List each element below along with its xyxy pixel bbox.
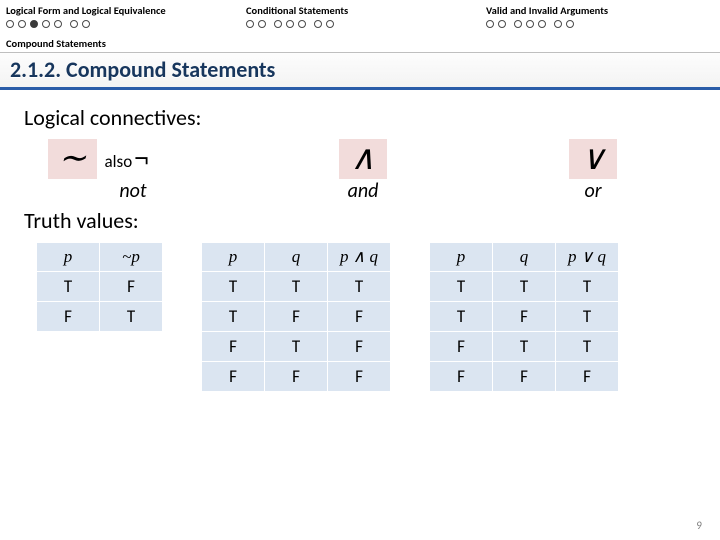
connective-not: ∼ also¬ not [48,139,218,203]
also-label: also¬ [105,144,150,174]
table-row: FTF [202,332,391,362]
truth-table-or: p q p ∨ q TTT TFT FTT FFF [429,242,619,392]
table-row: TTT [202,272,391,302]
connective-label: or [508,179,678,203]
truth-tables: p ~p TF FT p q p ∧ q TTT TFF FTF FFF [36,242,696,392]
col-header: q [493,243,556,272]
nav-tab-logical-form[interactable]: Logical Form and Logical Equivalence [0,0,240,34]
col-header: p [430,243,493,272]
connective-label: not [48,179,218,203]
symbol-and: ∧ [339,139,387,179]
connectives-row: ∼ also¬ not ∧ and ∨ or [48,139,696,203]
progress-dots [6,20,234,28]
progress-dots [486,20,714,28]
col-header: ~p [100,243,163,272]
table-row: TTT [430,272,619,302]
col-header: q [265,243,328,272]
symbol-not-alt: ¬ [132,144,149,173]
table-row: TFF [202,302,391,332]
connective-or: ∨ or [508,139,678,203]
nav-tab-conditional[interactable]: Conditional Statements [240,0,480,34]
table-row: TF [37,272,163,302]
col-header: p ∨ q [556,243,619,272]
table-row: FTT [430,332,619,362]
page-number: 9 [696,519,702,532]
nav-tab-arguments[interactable]: Valid and Invalid Arguments [480,0,720,34]
section-heading-connectives: Logical connectives: [24,104,696,131]
symbol-not: ∼ [48,139,97,179]
page-title: 2.1.2. Compound Statements [10,56,275,83]
truth-table-and: p q p ∧ q TTT TFF FTF FFF [201,242,391,392]
top-nav: Logical Form and Logical Equivalence Con… [0,0,720,34]
table-row: TFT [430,302,619,332]
subnav-label: Compound Statements [0,34,720,52]
col-header: p ∧ q [328,243,391,272]
nav-tab-label: Conditional Statements [246,4,474,17]
table-row: FFF [202,362,391,392]
connective-label: and [278,179,448,203]
table-row: FFF [430,362,619,392]
col-header: p [37,243,100,272]
section-heading-truth: Truth values: [24,207,696,234]
truth-table-not: p ~p TF FT [36,242,163,332]
nav-tab-label: Valid and Invalid Arguments [486,4,714,17]
symbol-or: ∨ [569,139,617,179]
table-row: FT [37,302,163,332]
connective-and: ∧ and [278,139,448,203]
progress-dots [246,20,474,28]
nav-tab-label: Logical Form and Logical Equivalence [6,4,234,17]
col-header: p [202,243,265,272]
title-bar: 2.1.2. Compound Statements [0,52,720,90]
dot-current-icon [30,20,38,28]
